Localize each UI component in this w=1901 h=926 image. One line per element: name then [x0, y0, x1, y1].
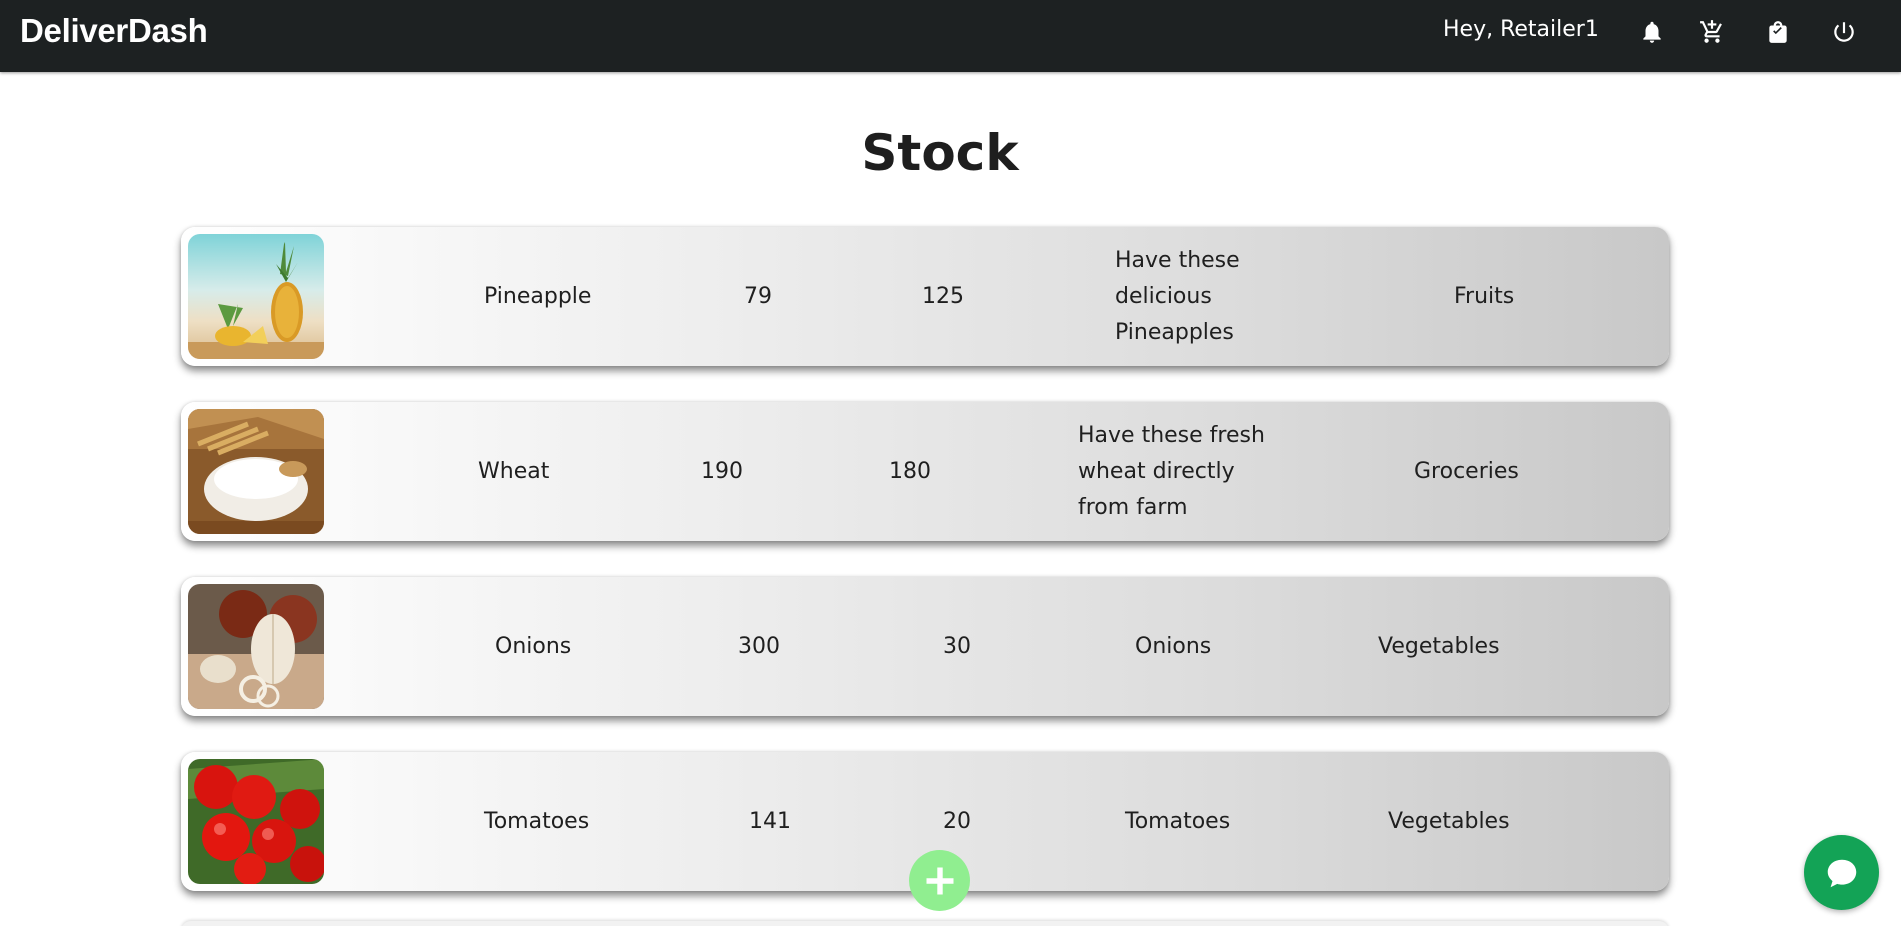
description-line: from farm — [1078, 494, 1188, 520]
product-price: 79 — [744, 283, 772, 309]
description-line: delicious — [1115, 283, 1212, 309]
product-price: 300 — [738, 633, 780, 659]
product-category: Vegetables — [1378, 633, 1500, 659]
product-description: Tomatoes — [1125, 752, 1335, 891]
brand-logo[interactable]: DeliverDash — [20, 12, 208, 50]
description-line: Have these — [1115, 247, 1240, 273]
stock-row[interactable]: Onions 300 30 Onions Vegetables — [181, 577, 1669, 716]
product-name: Tomatoes — [484, 808, 590, 834]
description-line: Pineapples — [1115, 319, 1234, 345]
shopping-bag-icon[interactable] — [1762, 16, 1794, 48]
plus-icon — [926, 867, 953, 894]
product-category: Groceries — [1414, 458, 1519, 484]
stock-row[interactable] — [181, 921, 1669, 926]
chat-bubble-icon — [1827, 859, 1856, 887]
product-image — [188, 584, 324, 709]
product-description: Have these delicious Pineapples — [1115, 227, 1325, 366]
product-price: 141 — [749, 808, 791, 834]
page-title: Stock — [861, 124, 1019, 182]
power-icon[interactable] — [1828, 16, 1860, 48]
product-image — [188, 409, 324, 534]
product-image — [188, 759, 324, 884]
product-name: Onions — [495, 633, 572, 659]
product-name: Wheat — [478, 458, 550, 484]
navbar: DeliverDash Hey, Retailer1 — [0, 0, 1901, 72]
product-category: Vegetables — [1388, 808, 1510, 834]
product-quantity: 30 — [943, 633, 971, 659]
product-category: Fruits — [1454, 283, 1515, 309]
description-line: Onions — [1135, 633, 1212, 659]
product-quantity: 180 — [889, 458, 931, 484]
user-greeting: Hey, Retailer1 — [1443, 17, 1599, 42]
description-line: wheat directly — [1078, 458, 1235, 484]
add-stock-button[interactable] — [909, 850, 970, 911]
cart-icon[interactable] — [1696, 16, 1728, 48]
product-description: Have these fresh wheat directly from far… — [1078, 402, 1288, 541]
chat-button[interactable] — [1804, 835, 1879, 910]
description-line: Have these fresh — [1078, 422, 1265, 448]
product-name: Pineapple — [484, 283, 592, 309]
stock-row[interactable]: Pineapple 79 125 Have these delicious Pi… — [181, 227, 1669, 366]
product-image — [188, 234, 324, 359]
product-price: 190 — [701, 458, 743, 484]
product-description: Onions — [1135, 577, 1345, 716]
stock-row[interactable]: Wheat 190 180 Have these fresh wheat dir… — [181, 402, 1669, 541]
description-line: Tomatoes — [1125, 808, 1231, 834]
product-quantity: 125 — [922, 283, 964, 309]
bell-icon[interactable] — [1636, 16, 1668, 48]
